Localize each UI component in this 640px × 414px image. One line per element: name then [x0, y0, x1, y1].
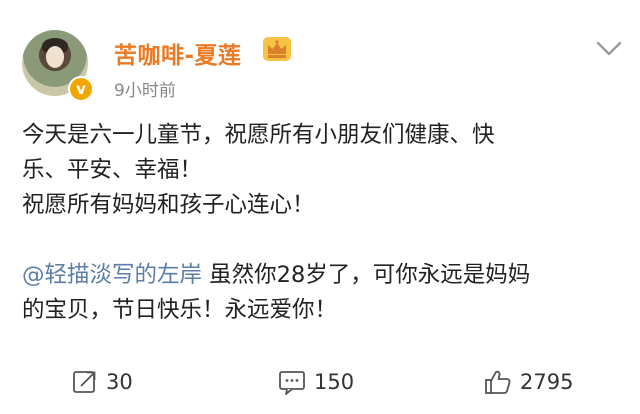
post-line: 祝愿所有妈妈和孩子心连心！	[22, 192, 315, 218]
post-line: 的宝贝，节日快乐！永远爱你！	[22, 297, 338, 323]
username[interactable]: 苦咖啡-夏莲	[114, 36, 242, 70]
post-body: 今天是六一儿童节，祝愿所有小朋友们健康、快 乐、平安、幸福！ 祝愿所有妈妈和孩子…	[22, 118, 622, 328]
comment-count: 150	[314, 370, 355, 394]
comment-icon	[279, 371, 305, 395]
avatar-face	[46, 46, 64, 68]
comment-button[interactable]: 150	[278, 362, 354, 402]
repost-button[interactable]: 30	[72, 362, 133, 402]
mention-link[interactable]: @轻描淡写的左岸	[22, 262, 202, 288]
like-button[interactable]: 2795	[484, 362, 573, 402]
timestamp: 9小时前	[114, 81, 176, 101]
action-bar: 30 150 2795	[0, 362, 640, 402]
post-line: @轻描淡写的左岸 虽然你28岁了，可你永远是妈妈	[22, 258, 622, 293]
thumbs-up-icon	[485, 370, 511, 394]
post-line: 今天是六一儿童节，祝愿所有小朋友们健康、快	[22, 122, 495, 148]
repost-icon	[73, 371, 96, 393]
like-count: 2795	[520, 370, 574, 394]
repost-count: 30	[106, 370, 133, 394]
chevron-down-icon[interactable]	[594, 38, 624, 60]
mention-message: 虽然你28岁了，可你永远是妈妈	[202, 262, 531, 288]
crown-icon	[263, 37, 291, 61]
verified-badge: v	[68, 76, 94, 102]
post-line: 乐、平安、幸福！	[22, 157, 203, 183]
